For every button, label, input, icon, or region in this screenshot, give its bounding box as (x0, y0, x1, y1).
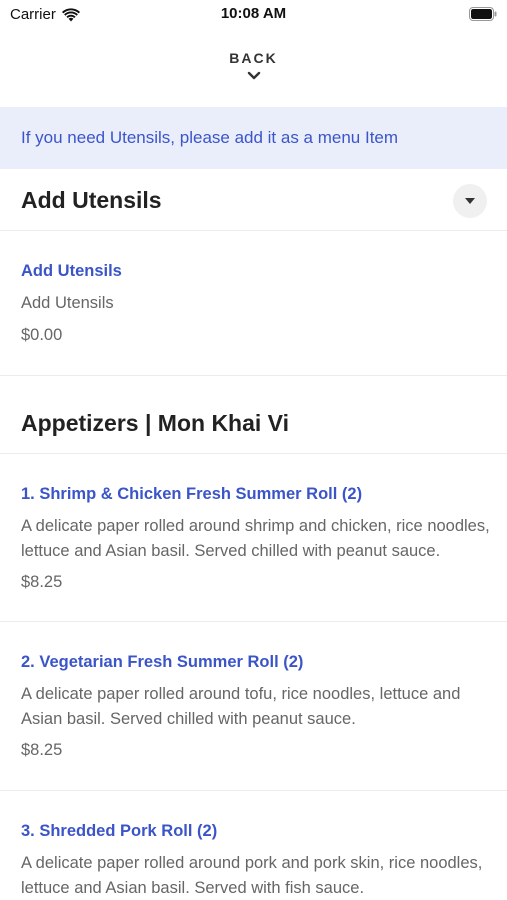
menu-item-price: $8.25 (21, 573, 63, 591)
menu-item-name: 1. Shrimp & Chicken Fresh Summer Roll (2… (21, 485, 363, 503)
section-toggle-button[interactable] (453, 184, 487, 218)
back-label: BACK (229, 50, 278, 66)
section-title: Add Utensils (21, 187, 162, 213)
chevron-down-icon (247, 71, 260, 80)
status-bar: Carrier 10:08 AM (0, 0, 507, 30)
menu-item-price: $8.25 (21, 741, 63, 759)
menu-item[interactable]: 2. Vegetarian Fresh Summer Roll (2) A de… (0, 622, 507, 791)
menu-item-price: $0.00 (21, 326, 63, 344)
menu-item[interactable]: 1. Shrimp & Chicken Fresh Summer Roll (2… (0, 454, 507, 622)
battery-icon (469, 7, 497, 21)
caret-down-icon (465, 197, 475, 204)
menu-item[interactable]: Add Utensils Add Utensils $0.00 (0, 231, 507, 376)
info-banner-text: If you need Utensils, please add it as a… (21, 128, 399, 147)
section-header-add-utensils[interactable]: Add Utensils (0, 169, 507, 231)
section-title: Appetizers | Mon Khai Vi (21, 410, 289, 436)
menu-item-name: 2. Vegetarian Fresh Summer Roll (2) (21, 653, 304, 671)
back-button[interactable]: BACK (0, 50, 507, 81)
status-time: 10:08 AM (220, 5, 287, 22)
menu-item-description: A delicate paper rolled around tofu, ric… (21, 685, 461, 728)
menu-item-description: A delicate paper rolled around shrimp an… (21, 517, 490, 560)
info-banner: If you need Utensils, please add it as a… (0, 107, 507, 169)
menu-item-name: Add Utensils (21, 262, 122, 280)
menu-item-description: Add Utensils (21, 294, 114, 312)
menu-item-description: A delicate paper rolled around pork and … (21, 854, 483, 897)
section-header-appetizers: Appetizers | Mon Khai Vi (0, 376, 507, 454)
menu-item[interactable]: 3. Shredded Pork Roll (2) A delicate pap… (0, 791, 507, 900)
menu-item-name: 3. Shredded Pork Roll (2) (21, 822, 218, 840)
